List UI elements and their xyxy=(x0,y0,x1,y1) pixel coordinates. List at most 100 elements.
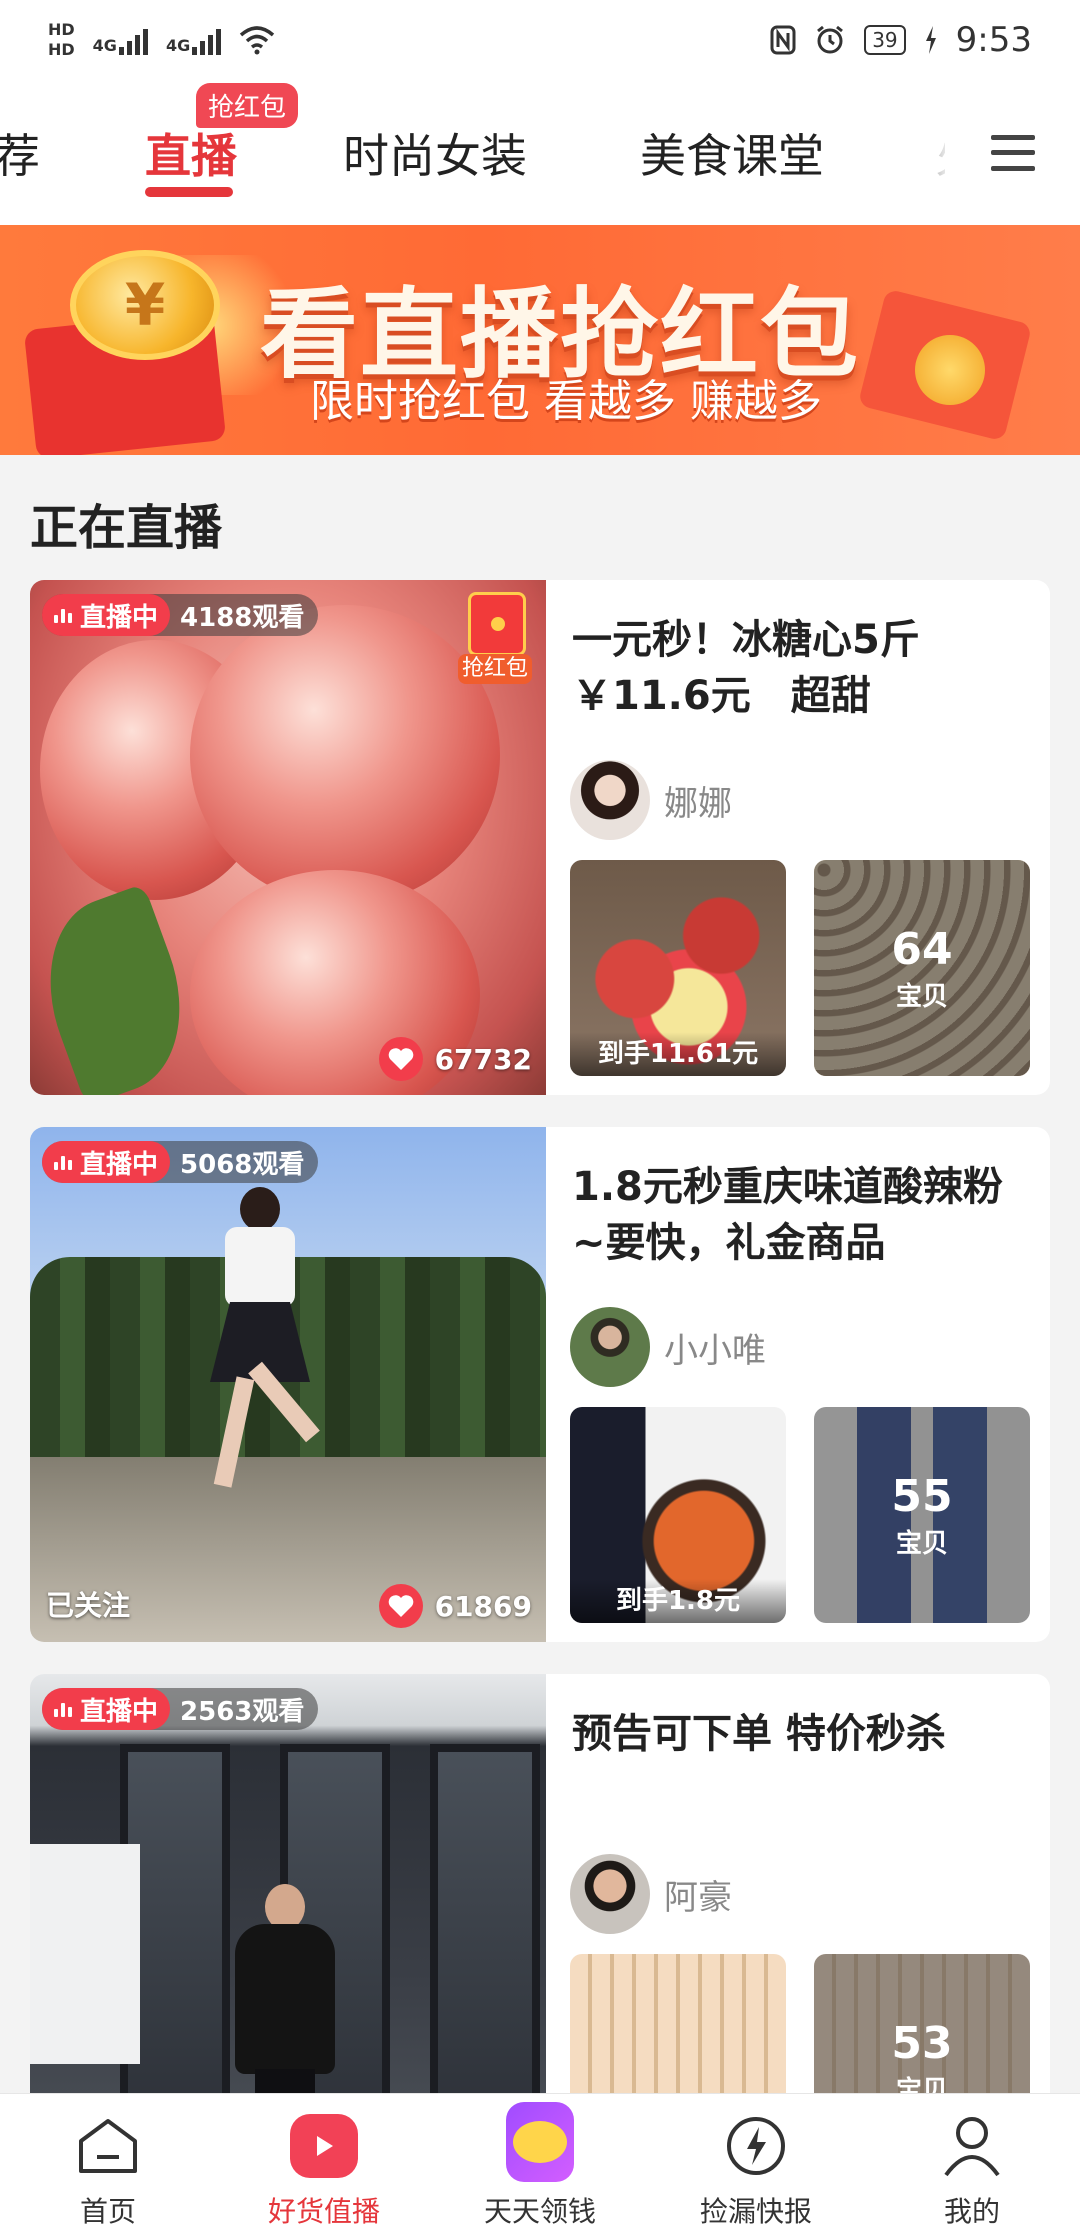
like-counter[interactable]: 67732 xyxy=(378,1037,532,1081)
coin-icon xyxy=(915,335,985,405)
nav-deals[interactable]: 捡漏快报 xyxy=(648,2094,864,2240)
charging-icon xyxy=(925,26,936,54)
person-icon xyxy=(938,2112,1006,2180)
signal-1-icon: 4G xyxy=(93,25,148,55)
heart-icon xyxy=(378,1584,423,1628)
clock: 9:53 xyxy=(955,20,1032,60)
like-count: 61869 xyxy=(434,1589,532,1623)
nav-live[interactable]: 好货值播 xyxy=(216,2094,432,2240)
tab-fashion-women[interactable]: 时尚女装 xyxy=(343,120,527,186)
like-count: 67732 xyxy=(434,1042,532,1076)
equalizer-icon xyxy=(54,1701,72,1717)
live-label: 直播中 xyxy=(80,1149,159,1180)
coin-icon: ¥ xyxy=(70,250,220,360)
live-label: 直播中 xyxy=(80,1696,159,1727)
product-count-label: 宝贝 xyxy=(895,981,948,1012)
avatar[interactable] xyxy=(570,760,650,840)
product-count-overlay: 64 宝贝 xyxy=(814,860,1030,1076)
nav-home[interactable]: 首页 xyxy=(0,2094,216,2240)
hd1-label: HD xyxy=(48,20,75,39)
heart-icon xyxy=(378,1037,423,1081)
avatar[interactable] xyxy=(570,1854,650,1934)
live-title[interactable]: 一元秒！冰糖心5斤 ￥11.6元 超甜 xyxy=(572,612,1032,724)
alarm-icon xyxy=(817,25,844,54)
product-count-thumbnail[interactable]: 55 宝贝 xyxy=(814,1407,1030,1623)
live-title[interactable]: 1.8元秒重庆味道酸辣粉~要快，礼金商品 xyxy=(572,1159,1032,1271)
product-count: 55 xyxy=(891,1470,953,1522)
product-count: 64 xyxy=(891,923,953,975)
live-card[interactable]: 直播中 4188观看 抢红包 67732 一元秒！冰糖心5斤 ￥11.6元 超甜… xyxy=(30,580,1050,1095)
product-count-label: 宝贝 xyxy=(895,1528,948,1559)
tab-badge: 抢红包 xyxy=(196,83,299,128)
live-tag: 直播中 xyxy=(42,594,171,636)
status-right: 39 9:53 xyxy=(770,20,1032,60)
nfc-icon xyxy=(770,25,796,55)
nav-daily-money-label: 天天领钱 xyxy=(483,2195,596,2228)
viewer-count: 2563观看 xyxy=(180,1696,305,1727)
live-play-icon xyxy=(290,2114,358,2178)
equalizer-icon xyxy=(54,607,72,623)
live-status-pill: 直播中 2563观看 xyxy=(42,1688,319,1730)
hd-indicator: HD HD xyxy=(48,20,75,60)
live-status-pill: 直播中 4188观看 xyxy=(42,594,319,636)
streamer-info[interactable]: 娜娜 xyxy=(570,760,732,840)
equalizer-icon xyxy=(54,1154,72,1170)
section-title: 正在直播 xyxy=(30,500,223,556)
streamer-info[interactable]: 小小唯 xyxy=(570,1307,766,1387)
tab-food-class[interactable]: 美食课堂 xyxy=(640,120,824,186)
lightning-icon xyxy=(722,2112,790,2180)
hamburger-icon xyxy=(990,134,1035,171)
product-count: 53 xyxy=(891,2017,953,2069)
live-tag: 直播中 xyxy=(42,1141,171,1183)
live-card[interactable]: 直播中 5068观看 已关注 61869 1.8元秒重庆味道酸辣粉~要快，礼金商… xyxy=(30,1127,1050,1642)
signal-2-icon: 4G xyxy=(165,25,222,55)
nav-deals-label: 捡漏快报 xyxy=(699,2195,812,2228)
red-packet-label: 抢红包 xyxy=(458,654,532,684)
streamer-name: 小小唯 xyxy=(664,1330,766,1371)
nav-home-label: 首页 xyxy=(79,2195,136,2228)
cat-coin-icon xyxy=(506,2102,574,2182)
product-count-overlay: 55 宝贝 xyxy=(814,1407,1030,1623)
tab-live[interactable]: 直播 xyxy=(145,120,237,186)
live-status-pill: 直播中 5068观看 xyxy=(42,1141,319,1183)
net1-label: 4G xyxy=(92,36,117,55)
banner-subtitle: 限时抢红包 看越多 赚越多 xyxy=(310,376,822,427)
nav-live-label: 好货值播 xyxy=(267,2195,380,2228)
nav-me-label: 我的 xyxy=(943,2195,1000,2228)
live-title[interactable]: 预告可下单 特价秒杀 xyxy=(572,1706,1032,1762)
product-thumbnail[interactable]: 到手11.61元 xyxy=(570,860,786,1076)
tab-recommend[interactable]: 荐 xyxy=(0,120,40,186)
promo-banner[interactable]: ¥ 看直播抢红包 限时抢红包 看越多 赚越多 xyxy=(0,225,1080,455)
status-left: HD HD 4G 4G xyxy=(48,20,275,60)
red-packet-icon xyxy=(468,592,526,656)
product-price-caption: 到手11.61元 xyxy=(570,1032,786,1076)
streamer-info[interactable]: 阿豪 xyxy=(570,1854,732,1934)
nav-me[interactable]: 我的 xyxy=(864,2094,1080,2240)
active-tab-indicator xyxy=(145,187,233,197)
product-thumbnail[interactable]: 到手1.8元 xyxy=(570,1407,786,1623)
net2-label: 4G xyxy=(165,36,191,55)
streamer-name: 娜娜 xyxy=(664,783,732,824)
like-counter[interactable]: 61869 xyxy=(378,1584,532,1628)
bottom-nav: 首页 好货值播 天天领钱 捡漏快报 我的 xyxy=(0,2093,1080,2240)
status-bar: HD HD 4G 4G 39 9:53 xyxy=(0,0,1080,80)
category-menu-button[interactable] xyxy=(945,80,1080,225)
category-tab-bar: 荐 直播 抢红包 时尚女装 美食课堂 火 xyxy=(0,80,1080,225)
home-icon xyxy=(74,2112,142,2180)
live-cover-image[interactable]: 直播中 4188观看 抢红包 67732 xyxy=(30,580,546,1095)
live-cover-image[interactable]: 直播中 5068观看 已关注 61869 xyxy=(30,1127,546,1642)
red-packet-button[interactable]: 抢红包 xyxy=(458,592,532,692)
streamer-name: 阿豪 xyxy=(664,1877,732,1918)
viewer-count: 4188观看 xyxy=(180,602,305,633)
viewer-count: 5068观看 xyxy=(180,1149,305,1180)
avatar[interactable] xyxy=(570,1307,650,1387)
followed-label: 已关注 xyxy=(46,1589,131,1622)
nav-daily-money[interactable]: 天天领钱 xyxy=(432,2094,648,2240)
product-price-caption: 到手1.8元 xyxy=(570,1579,786,1623)
hd2-label: HD xyxy=(48,40,75,59)
product-count-thumbnail[interactable]: 64 宝贝 xyxy=(814,860,1030,1076)
live-tag: 直播中 xyxy=(42,1688,171,1730)
wifi-icon xyxy=(240,26,275,55)
live-label: 直播中 xyxy=(80,602,159,633)
battery-level: 39 xyxy=(864,25,906,55)
